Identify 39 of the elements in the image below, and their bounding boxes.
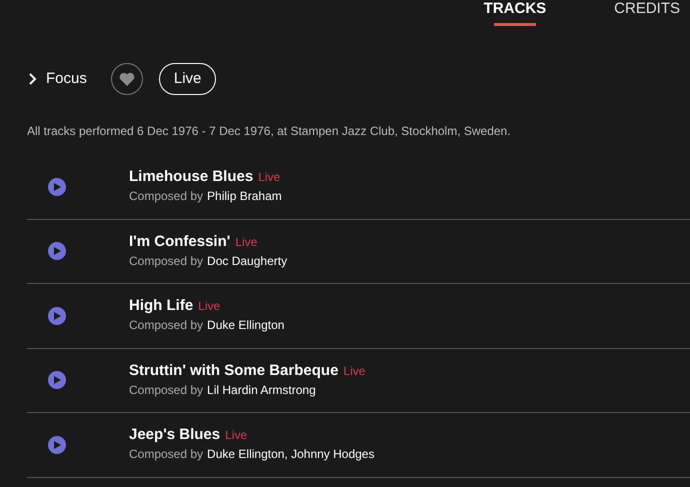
composer-name[interactable]: Philip Braham bbox=[207, 188, 282, 206]
play-button[interactable] bbox=[48, 371, 66, 390]
play-button[interactable] bbox=[48, 242, 66, 260]
composed-label: Composed by bbox=[129, 188, 204, 206]
play-icon bbox=[54, 376, 60, 384]
chevron-icon bbox=[28, 73, 38, 85]
heart-icon bbox=[118, 72, 135, 86]
composer-name[interactable]: Lil Hardin Armstrong bbox=[207, 382, 316, 399]
live-label: Live bbox=[258, 169, 280, 186]
composer-name[interactable]: Duke Ellington bbox=[207, 317, 284, 334]
play-icon bbox=[54, 247, 60, 256]
play-button[interactable] bbox=[48, 178, 66, 196]
live-label: Live bbox=[225, 427, 248, 444]
play-icon bbox=[54, 312, 60, 320]
live-label: Live bbox=[343, 362, 366, 380]
composer-name[interactable]: Doc Daugherty bbox=[207, 252, 288, 270]
active-tab-indicator bbox=[494, 23, 536, 26]
tab[interactable]: TRACKS bbox=[484, 0, 546, 26]
composed-label: Composed by bbox=[129, 252, 204, 270]
track-title[interactable]: Jeep's Blues bbox=[129, 426, 220, 444]
play-icon bbox=[54, 182, 60, 191]
live-label: Live bbox=[235, 234, 258, 251]
play-button[interactable] bbox=[48, 306, 66, 325]
composed-label: Composed by bbox=[129, 317, 204, 334]
tab[interactable]: CREDITS bbox=[614, 0, 680, 26]
track-title[interactable]: Struttin' with Some Barbeque bbox=[129, 362, 338, 379]
track-title[interactable]: Limehouse Blues bbox=[129, 168, 254, 186]
track-title[interactable]: I'm Confessin' bbox=[129, 232, 230, 250]
play-button[interactable] bbox=[48, 436, 66, 454]
focus-toggle[interactable]: Focus bbox=[28, 68, 87, 90]
live-chip[interactable]: Live bbox=[158, 63, 216, 95]
track-title[interactable]: High Life bbox=[129, 297, 194, 314]
composer-name[interactable]: Duke Ellington, Johnny Hodges bbox=[207, 446, 374, 464]
recording-note: All tracks performed 6 Dec 1976 - 7 Dec 1976, at Stampen Jazz Club, Stockholm, Sweden. bbox=[26, 123, 512, 140]
favorite-button[interactable] bbox=[110, 63, 143, 95]
live-label: Live bbox=[198, 298, 220, 316]
play-icon bbox=[54, 440, 60, 449]
composed-label: Composed by bbox=[129, 382, 204, 399]
composed-label: Composed by bbox=[129, 446, 204, 464]
